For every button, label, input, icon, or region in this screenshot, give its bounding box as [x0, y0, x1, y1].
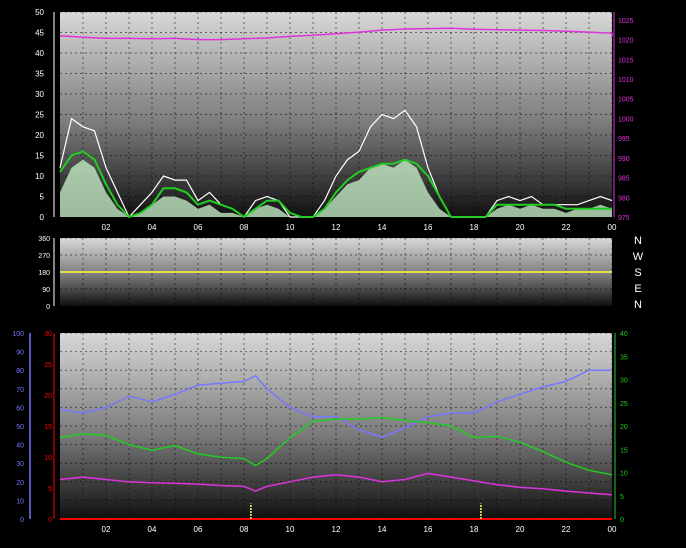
- rain-y-tick: 5: [48, 486, 52, 493]
- wind-x-tick: 02: [102, 223, 111, 232]
- compass-letter: S: [634, 267, 641, 279]
- weather-graph: Velocidad viento 24 hour graph day : 24 …: [0, 0, 686, 543]
- humidity-y-tick: 10: [16, 498, 24, 505]
- wind-x-tick: 06: [194, 223, 203, 232]
- direction-y-tick: 0: [46, 304, 50, 311]
- temperature-y-tick: 5: [620, 494, 624, 501]
- direction-y-tick: 270: [38, 253, 50, 260]
- humidity-y-tick: 30: [16, 461, 24, 468]
- plot-panels: 0510152025303540455097598098599099510001…: [12, 8, 643, 534]
- wind-y-tick: 45: [35, 29, 44, 38]
- temperature-y-tick: 20: [620, 424, 628, 431]
- rain-y-tick: 15: [44, 424, 52, 431]
- rain-y-tick: 25: [44, 362, 52, 369]
- wind-x-tick: 04: [148, 223, 157, 232]
- temperature-y-tick: 25: [620, 401, 628, 408]
- wind-x-tick: 18: [470, 223, 479, 232]
- pressure-y-tick: 1015: [618, 57, 634, 64]
- dewpoint-label: Punto rocío: [573, 316, 629, 328]
- humidity-x-tick: 22: [562, 525, 571, 534]
- compass-letter: N: [634, 299, 642, 311]
- rain-y-tick: 30: [44, 331, 52, 338]
- humidity-x-tick: 14: [378, 525, 387, 534]
- pressure-y-tick: 990: [618, 156, 630, 163]
- humidity-x-tick: 02: [102, 525, 111, 534]
- temperature-y-tick: 0: [620, 517, 624, 524]
- compass-letter: W: [633, 251, 644, 263]
- pressure-y-tick: 1000: [618, 116, 634, 123]
- humidity-y-tick: 70: [16, 387, 24, 394]
- rain-y-tick: 0: [48, 517, 52, 524]
- wind-y-tick: 10: [35, 172, 44, 181]
- temperature-y-tick: 30: [620, 378, 628, 385]
- direction-y-tick: 180: [38, 270, 50, 277]
- direction-y-tick: 360: [38, 236, 50, 243]
- humidity-y-tick: 50: [16, 424, 24, 431]
- wind-x-tick: 14: [378, 223, 387, 232]
- pressure-y-tick: 995: [618, 136, 630, 143]
- humidity-x-tick: 16: [424, 525, 433, 534]
- temperature-y-tick: 15: [620, 447, 628, 454]
- wind-y-tick: 15: [35, 152, 44, 161]
- humidity-y-tick: 90: [16, 350, 24, 357]
- humidity-x-tick: 04: [148, 525, 157, 534]
- compass-letter: N: [634, 235, 642, 247]
- humidity-x-tick: 08: [240, 525, 249, 534]
- direction-y-tick: 90: [42, 287, 50, 294]
- pressure-y-tick: 985: [618, 176, 630, 183]
- humidity-y-tick: 0: [20, 517, 24, 524]
- humidity-x-tick: 10: [286, 525, 295, 534]
- humidity-x-tick: 20: [516, 525, 525, 534]
- wind-y-tick: 25: [35, 111, 44, 120]
- humidity-label: Humedad: [96, 316, 144, 328]
- compass-letter: E: [634, 283, 641, 295]
- wind-y-tick: 30: [35, 90, 44, 99]
- humidity-y-tick: 60: [16, 405, 24, 412]
- humidity-y-tick: 80: [16, 368, 24, 375]
- wind-y-tick: 50: [35, 8, 44, 17]
- pressure-y-tick: 975: [618, 215, 630, 222]
- pressure-y-tick: 1010: [618, 77, 634, 84]
- humidity-x-tick: 12: [332, 525, 341, 534]
- wind-x-tick: 22: [562, 223, 571, 232]
- wind-x-tick: 20: [516, 223, 525, 232]
- humidity-x-tick: 06: [194, 525, 203, 534]
- wind-x-tick: 08: [240, 223, 249, 232]
- wind-x-tick: 12: [332, 223, 341, 232]
- wind-y-tick: 5: [40, 193, 45, 202]
- wind-x-tick: 10: [286, 223, 295, 232]
- wind-y-tick: 35: [35, 70, 44, 79]
- chart-title: 24 hour graph day : 24 Enero 2025: [249, 1, 420, 13]
- wind-x-tick: 00: [608, 223, 617, 232]
- rain-y-tick: 20: [44, 393, 52, 400]
- humidity-y-tick: 100: [12, 331, 24, 338]
- pressure-y-tick: 1025: [618, 18, 634, 25]
- humidity-x-tick: 18: [470, 525, 479, 534]
- pressure-y-tick: 980: [618, 195, 630, 202]
- temperature-label: Temperatura: [454, 316, 517, 328]
- pressure-y-tick: 1005: [618, 97, 634, 104]
- temperature-y-tick: 10: [620, 471, 628, 478]
- humidity-y-tick: 40: [16, 443, 24, 450]
- wind-y-tick: 20: [35, 131, 44, 140]
- wind-y-tick: 0: [40, 213, 45, 222]
- temperature-y-tick: 35: [620, 354, 628, 361]
- temperature-y-tick: 40: [620, 331, 628, 338]
- pressure-y-tick: 1020: [618, 38, 634, 45]
- humidity-y-tick: 20: [16, 480, 24, 487]
- rain-label: Lluvia: [0, 316, 30, 328]
- wind-y-tick: 40: [35, 49, 44, 58]
- weather-graph-svg: Velocidad viento 24 hour graph day : 24 …: [0, 1, 644, 534]
- humidity-x-tick: 00: [608, 525, 617, 534]
- wind-x-tick: 16: [424, 223, 433, 232]
- rain-y-tick: 10: [44, 455, 52, 462]
- wind-label: Velocidad viento: [6, 1, 86, 13]
- pressure-label: Presión: [538, 1, 575, 13]
